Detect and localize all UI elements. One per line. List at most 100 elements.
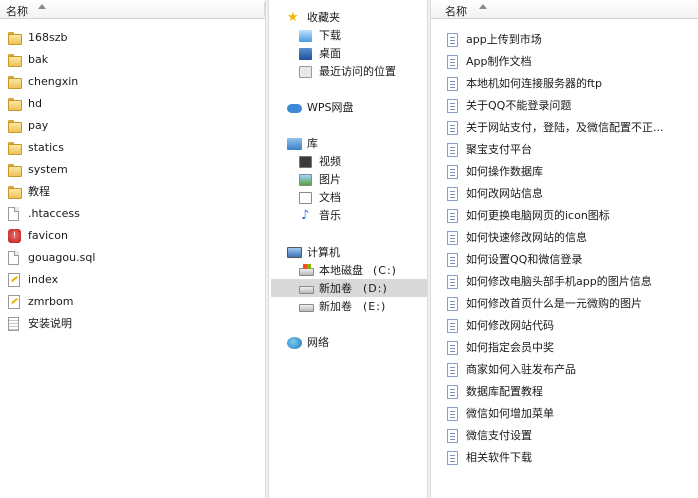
document-file-icon xyxy=(447,275,458,289)
nav-network-label: 网络 xyxy=(307,336,329,349)
file-name: chengxin xyxy=(28,75,79,88)
favicon-file-icon: ! xyxy=(8,229,21,243)
name-column-header[interactable]: 名称 xyxy=(0,0,265,19)
folder-icon xyxy=(8,54,22,67)
file-name: bak xyxy=(28,53,49,66)
navigation-pane: ★ 收藏夹 下载 桌面 最近访问的位置 WPS网盘 库 视频 图片 文档 ♪ 音… xyxy=(269,0,427,498)
document-name: App制作文档 xyxy=(466,55,532,68)
column-header-label: 名称 xyxy=(445,5,467,18)
file-name: hd xyxy=(28,97,42,110)
cloud-icon xyxy=(287,104,302,113)
document-file-icon xyxy=(447,341,458,355)
file-list-pane: 名称 168szb bak chengxin hd pay statics system 教程… xyxy=(0,0,265,498)
document-file-icon xyxy=(447,297,458,311)
document-name: 关于网站支付，登陆，及微信配置不正... xyxy=(466,121,664,134)
document-file-icon xyxy=(447,99,458,113)
document-name: 如何更换电脑网页的icon图标 xyxy=(466,209,610,222)
folder-icon xyxy=(8,120,22,133)
document-name: 如何修改首页什么是一元微购的图片 xyxy=(466,297,642,310)
file-name: index xyxy=(28,273,59,286)
file-name: system xyxy=(28,163,68,176)
file-name: statics xyxy=(28,141,64,154)
document-file-icon xyxy=(447,231,458,245)
document-file-icon xyxy=(447,253,458,267)
folder-icon xyxy=(8,186,22,199)
file-name: .htaccess xyxy=(28,207,80,220)
drive-icon xyxy=(299,286,314,294)
document-file-icon xyxy=(447,209,458,223)
drive-label: 新加卷 xyxy=(319,282,352,295)
network-icon xyxy=(287,337,302,349)
file-name: gouagou.sql xyxy=(28,251,96,264)
drive-letter: (E:) xyxy=(363,300,387,313)
file-name: 教程 xyxy=(28,185,50,198)
document-file-icon xyxy=(447,363,458,377)
file-name: 安装说明 xyxy=(28,317,72,330)
libraries-icon xyxy=(287,138,302,150)
nav-item-label: 视频 xyxy=(319,155,341,168)
document-name: 聚宝支付平台 xyxy=(466,143,532,156)
downloads-icon xyxy=(299,30,312,42)
nav-item-label: 下载 xyxy=(319,29,341,42)
document-file-icon xyxy=(447,451,458,465)
nav-favorites-label: 收藏夹 xyxy=(307,11,340,24)
drive-letter: (C:) xyxy=(373,264,397,277)
document-name: 如何设置QQ和微信登录 xyxy=(466,253,583,266)
file-name: 168szb xyxy=(28,31,68,44)
nav-item-label: 桌面 xyxy=(319,47,341,60)
drive-icon xyxy=(299,304,314,312)
video-library-icon xyxy=(299,156,312,168)
document-name: app上传到市场 xyxy=(466,33,542,46)
document-name: 本地机如何连接服务器的ftp xyxy=(466,77,602,90)
document-name: 微信支付设置 xyxy=(466,429,532,442)
folder-icon xyxy=(8,76,22,89)
computer-icon xyxy=(287,247,302,258)
document-name: 如何改网站信息 xyxy=(466,187,543,200)
text-file-icon xyxy=(8,317,19,331)
nav-item-label: 文档 xyxy=(319,191,341,204)
document-file-icon xyxy=(447,165,458,179)
file-icon xyxy=(8,251,19,265)
file-name: pay xyxy=(28,119,49,132)
nav-computer-label: 计算机 xyxy=(307,246,340,259)
script-file-icon xyxy=(8,295,20,309)
script-file-icon xyxy=(8,273,20,287)
document-file-icon xyxy=(447,55,458,69)
document-name: 如何快速修改网站的信息 xyxy=(466,231,587,244)
document-file-icon xyxy=(447,187,458,201)
music-library-icon: ♪ xyxy=(301,208,310,223)
document-name: 如何操作数据库 xyxy=(466,165,543,178)
drive-label: 本地磁盘 xyxy=(319,264,363,277)
nav-libraries-label: 库 xyxy=(307,137,318,150)
nav-item-label: 图片 xyxy=(319,173,341,186)
name-column-header[interactable]: 名称 xyxy=(431,0,698,19)
nav-wps-label: WPS网盘 xyxy=(307,101,354,114)
document-file-icon xyxy=(447,33,458,47)
sort-ascending-icon xyxy=(479,4,487,9)
document-file-icon xyxy=(447,121,458,135)
folder-icon xyxy=(8,98,22,111)
drive-letter: (D:) xyxy=(363,282,388,295)
document-name: 关于QQ不能登录问题 xyxy=(466,99,572,112)
document-file-icon xyxy=(447,407,458,421)
document-file-icon xyxy=(447,77,458,91)
drive-label: 新加卷 xyxy=(319,300,352,313)
document-name: 相关软件下载 xyxy=(466,451,532,464)
folder-icon xyxy=(8,164,22,177)
file-name: zmrbom xyxy=(28,295,74,308)
document-name: 如何修改网站代码 xyxy=(466,319,554,332)
document-list-pane: 名称 app上传到市场 App制作文档本地机如何连接服务器的ftp 关于QQ不能登录… xyxy=(431,0,698,498)
nav-item-label: 最近访问的位置 xyxy=(319,65,396,78)
folder-icon xyxy=(8,32,22,45)
file-name: favicon xyxy=(28,229,68,242)
desktop-icon xyxy=(299,48,312,60)
recent-places-icon xyxy=(299,66,312,78)
document-name: 商家如何入驻发布产品 xyxy=(466,363,576,376)
favorites-star-icon: ★ xyxy=(287,10,299,25)
document-file-icon xyxy=(447,319,458,333)
nav-item-label: 音乐 xyxy=(319,209,341,222)
file-icon xyxy=(8,207,19,221)
document-name: 微信如何增加菜单 xyxy=(466,407,554,420)
sort-ascending-icon xyxy=(38,4,46,9)
document-name: 如何修改电脑头部手机app的图片信息 xyxy=(466,275,652,288)
